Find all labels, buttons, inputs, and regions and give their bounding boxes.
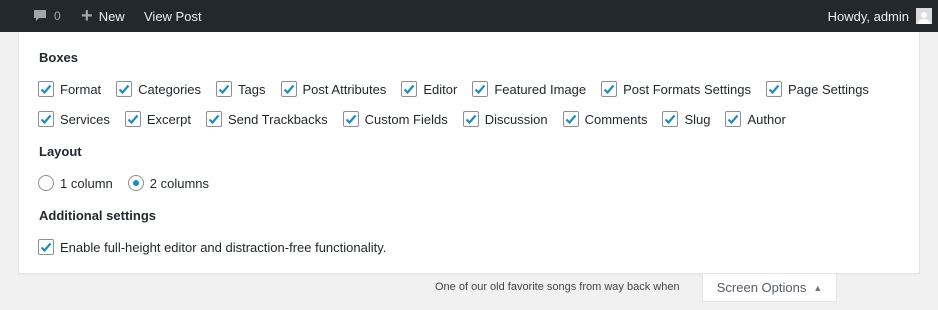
box-checkbox-send-trackbacks[interactable] (205, 111, 222, 127)
caret-up-icon: ▲ (813, 282, 823, 293)
view-post-link[interactable]: View Post (144, 0, 202, 32)
box-label: Format (60, 81, 102, 97)
box-option-author[interactable]: Author (725, 111, 786, 127)
box-label: Page Settings (787, 81, 869, 97)
checkmark-icon (218, 84, 230, 95)
checkmark-icon (127, 114, 139, 125)
box-checkbox-editor[interactable] (401, 81, 418, 97)
boxes-row-2: Services Excerpt Send Trackbacks Custom Fie… (38, 110, 801, 128)
box-option-post-formats-settings[interactable]: Post Formats Settings (601, 81, 751, 97)
box-checkbox-post-attributes[interactable] (280, 81, 297, 97)
checkmark-icon (404, 84, 415, 95)
footer-note: One of our old favorite songs from way b… (435, 281, 680, 293)
box-label: Send Trackbacks (227, 111, 328, 127)
box-checkbox-custom-fields[interactable] (342, 111, 359, 127)
box-option-services[interactable]: Services (38, 111, 110, 127)
plus-icon: + (81, 5, 93, 27)
checkmark-icon (475, 84, 486, 95)
box-checkbox-excerpt[interactable] (124, 111, 141, 127)
checkmark-icon (40, 84, 52, 95)
box-label: Categories (138, 81, 202, 97)
box-label: Featured Image (494, 81, 587, 97)
box-option-categories[interactable]: Categories (116, 81, 201, 97)
layout-radio-2-columns[interactable] (127, 175, 144, 191)
checkmark-icon (603, 84, 615, 95)
box-label: Tags (238, 81, 266, 97)
comments-menu-item[interactable]: 0 (32, 0, 61, 32)
box-option-format[interactable]: Format (38, 81, 101, 97)
checkmark-icon (465, 114, 477, 125)
box-label: Services (60, 111, 110, 127)
layout-label: 2 columns (149, 175, 209, 191)
checkmark-icon (283, 84, 294, 95)
boxes-row-1: Format Categories Tags Post Attributes Edito… (38, 80, 884, 98)
layout-radio-1-column[interactable] (38, 175, 54, 191)
box-checkbox-author[interactable] (725, 111, 742, 127)
user-silhouette-icon (918, 12, 930, 24)
distraction-free-checkbox[interactable] (38, 239, 54, 255)
checkmark-icon (40, 114, 52, 125)
box-option-comments[interactable]: Comments (562, 111, 648, 127)
box-label: Custom Fields (364, 111, 448, 127)
box-checkbox-post-formats-settings[interactable] (601, 81, 618, 97)
checkmark-icon (565, 114, 576, 125)
new-label: New (98, 8, 125, 24)
box-checkbox-page-settings[interactable] (765, 81, 782, 97)
layout-legend: Layout (39, 144, 82, 159)
box-option-post-attributes[interactable]: Post Attributes (280, 81, 387, 97)
avatar (916, 8, 932, 24)
box-label: Discussion (484, 111, 548, 127)
checkmark-icon (768, 84, 780, 95)
layout-option-2-columns[interactable]: 2 columns (127, 175, 209, 191)
box-label: Author (747, 111, 786, 127)
box-option-page-settings[interactable]: Page Settings (765, 81, 869, 97)
box-checkbox-categories[interactable] (116, 81, 133, 97)
admin-bar: 0 + New View Post Howdy, admin (0, 0, 938, 32)
screen-options-panel: Boxes Format Categories Tags Post Attribute… (18, 32, 920, 274)
box-label: Editor (423, 81, 458, 97)
box-option-send-trackbacks[interactable]: Send Trackbacks (205, 111, 328, 127)
box-label: Post Formats Settings (623, 81, 751, 97)
checkmark-icon (208, 114, 220, 125)
additional-settings-row: Enable full-height editor and distractio… (38, 238, 401, 256)
layout-options: 1 column 2 columns (38, 174, 224, 192)
box-checkbox-tags[interactable] (216, 81, 233, 97)
checkmark-icon (728, 114, 739, 125)
box-option-custom-fields[interactable]: Custom Fields (342, 111, 448, 127)
my-account-menu[interactable]: Howdy, admin (828, 0, 932, 32)
box-option-slug[interactable]: Slug (662, 111, 710, 127)
boxes-legend: Boxes (39, 50, 79, 65)
box-option-editor[interactable]: Editor (401, 81, 457, 97)
box-checkbox-featured-image[interactable] (472, 81, 489, 97)
screen-options-toggle-button[interactable]: Screen Options ▲ (702, 274, 837, 302)
box-checkbox-comments[interactable] (562, 111, 579, 127)
box-checkbox-services[interactable] (38, 111, 54, 127)
box-checkbox-format[interactable] (38, 81, 54, 97)
box-label: Post Attributes (302, 81, 387, 97)
box-option-discussion[interactable]: Discussion (462, 111, 548, 127)
checkmark-icon (665, 114, 676, 125)
layout-label: 1 column (60, 175, 113, 191)
additional-settings-legend: Additional settings (39, 208, 156, 223)
checkmark-icon (40, 242, 52, 253)
comments-count: 0 (54, 9, 61, 23)
screen-options-label: Screen Options (716, 280, 807, 295)
new-content-menu-item[interactable]: + New (81, 0, 125, 32)
checkmark-icon (118, 84, 130, 95)
box-option-featured-image[interactable]: Featured Image (472, 81, 586, 97)
checkmark-icon (345, 114, 356, 125)
box-label: Comments (584, 111, 648, 127)
box-checkbox-discussion[interactable] (462, 111, 479, 127)
howdy-label: Howdy, admin (827, 8, 909, 24)
box-label: Slug (684, 111, 711, 127)
box-option-tags[interactable]: Tags (216, 81, 266, 97)
distraction-free-label: Enable full-height editor and distractio… (60, 239, 387, 255)
box-option-excerpt[interactable]: Excerpt (124, 111, 191, 127)
box-checkbox-slug[interactable] (662, 111, 679, 127)
layout-option-1-column[interactable]: 1 column (38, 175, 113, 191)
comment-bubble-icon (34, 10, 46, 21)
distraction-free-option[interactable]: Enable full-height editor and distractio… (38, 239, 386, 255)
radio-selected-dot (132, 180, 139, 186)
box-label: Excerpt (146, 111, 191, 127)
